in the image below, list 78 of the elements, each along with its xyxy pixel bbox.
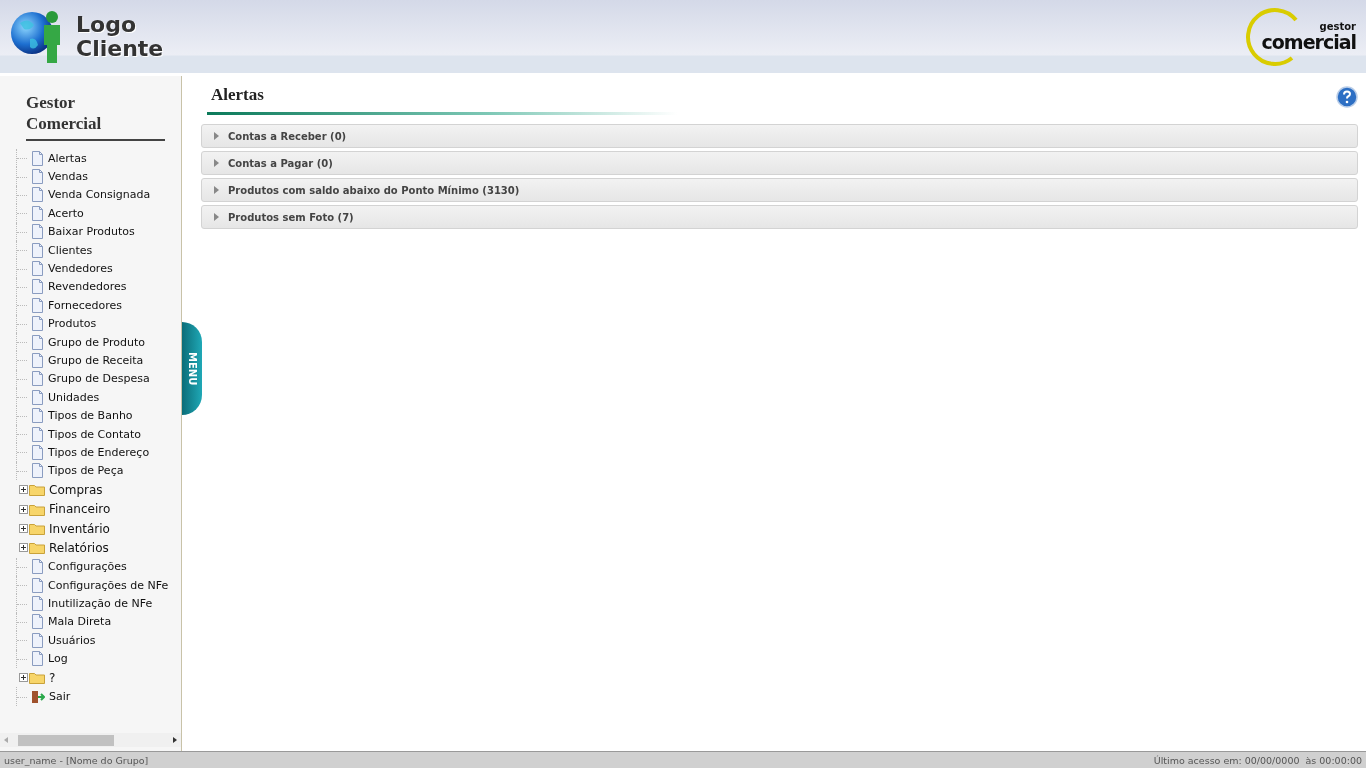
menu-item[interactable]: Clientes xyxy=(48,243,93,257)
menu-item[interactable]: Mala Direta xyxy=(48,615,112,629)
menu-item[interactable]: Tipos de Banho xyxy=(48,409,133,423)
menu-item[interactable]: Venda Consignada xyxy=(48,188,151,202)
folder-icon xyxy=(29,483,45,497)
document-icon xyxy=(31,205,44,221)
menu-item[interactable]: Configurações xyxy=(48,560,127,574)
menu-item[interactable]: Inventário xyxy=(49,521,110,536)
menu-item[interactable]: Baixar Produtos xyxy=(48,225,135,239)
menu-item[interactable]: Vendedores xyxy=(48,262,113,276)
expand-icon[interactable] xyxy=(19,673,28,683)
help-icon[interactable] xyxy=(1336,86,1358,108)
last-access-text: Último acesso em: 00/00/0000 às 00:00:00 xyxy=(1153,754,1362,766)
document-icon xyxy=(31,444,44,460)
folder-icon xyxy=(29,522,45,535)
menu-item[interactable]: Inutilização de NFe xyxy=(48,597,153,611)
document-icon xyxy=(31,353,44,368)
page-title: Alertas xyxy=(211,85,264,105)
menu-item[interactable]: Sair xyxy=(49,690,71,703)
document-icon xyxy=(31,426,44,442)
document-icon xyxy=(31,371,44,387)
document-icon xyxy=(31,577,44,593)
menu-item[interactable]: Acerto xyxy=(48,206,84,220)
logo-text: Logo Cliente xyxy=(76,12,164,61)
expand-icon[interactable] xyxy=(19,485,28,495)
menu-item[interactable]: Grupo de Receita xyxy=(48,354,144,367)
accordion-header[interactable]: Produtos sem Foto (7) xyxy=(201,205,1358,229)
menu-item[interactable]: Compras xyxy=(49,482,103,497)
accordion-header[interactable]: Contas a Receber (0) xyxy=(201,124,1358,148)
document-icon xyxy=(31,408,44,424)
menu-item[interactable]: Tipos de Peça xyxy=(48,464,124,478)
horizontal-scrollbar[interactable] xyxy=(0,733,181,747)
folder-icon xyxy=(29,671,45,685)
menu-item[interactable]: Log xyxy=(48,652,68,666)
sidebar-title: Gestor Comercial xyxy=(26,92,165,141)
folder-icon xyxy=(29,541,45,555)
user-info: user_name - [Nome do Grupo] xyxy=(4,754,149,766)
menu-item[interactable]: Revendedores xyxy=(48,280,127,294)
accordion-header[interactable]: Contas a Pagar (0) xyxy=(201,151,1358,175)
document-icon xyxy=(31,316,44,332)
menu-item[interactable]: Financeiro xyxy=(49,502,111,517)
document-icon xyxy=(31,187,44,203)
menu-item[interactable]: Usuários xyxy=(48,633,96,647)
document-icon xyxy=(31,150,44,166)
document-icon xyxy=(31,279,44,295)
document-icon xyxy=(31,169,44,185)
document-icon xyxy=(31,463,44,479)
document-icon xyxy=(31,596,44,612)
document-icon xyxy=(31,224,44,240)
menu-item[interactable]: Tipos de Contato xyxy=(48,427,142,441)
menu-item[interactable]: Produtos xyxy=(48,317,97,331)
menu-item[interactable]: Unidades xyxy=(48,390,100,404)
expand-icon[interactable] xyxy=(19,543,28,553)
menu-item[interactable]: Vendas xyxy=(48,170,88,184)
document-icon xyxy=(31,651,44,667)
menu-item[interactable]: Grupo de Despesa xyxy=(48,372,150,386)
exit-door-icon xyxy=(31,689,45,704)
menu-item[interactable]: Relatórios xyxy=(49,540,109,555)
menu-tab[interactable]: MENU xyxy=(182,322,202,415)
document-icon xyxy=(31,389,44,405)
menu-item[interactable]: Tipos de Endereço xyxy=(48,445,150,459)
menu-item[interactable]: Grupo de Produto xyxy=(48,335,145,349)
document-icon xyxy=(31,242,44,258)
document-icon xyxy=(31,261,44,277)
expand-icon[interactable] xyxy=(19,524,28,533)
folder-icon xyxy=(29,502,45,516)
menu-item[interactable]: Fornecedores xyxy=(48,298,123,312)
accordion-header[interactable]: Produtos com saldo abaixo do Ponto Mínimo (3130) xyxy=(201,178,1358,202)
document-icon xyxy=(31,632,44,648)
expand-icon[interactable] xyxy=(19,504,28,514)
menu-item[interactable]: Configurações de NFe xyxy=(48,578,169,592)
document-icon xyxy=(31,559,44,575)
brand-logo: gestor comercial xyxy=(1244,5,1356,68)
document-icon xyxy=(31,614,44,630)
menu-item[interactable]: ? xyxy=(49,670,56,685)
document-icon xyxy=(31,297,44,313)
menu-item[interactable]: Alertas xyxy=(48,151,87,165)
document-icon xyxy=(31,334,44,350)
